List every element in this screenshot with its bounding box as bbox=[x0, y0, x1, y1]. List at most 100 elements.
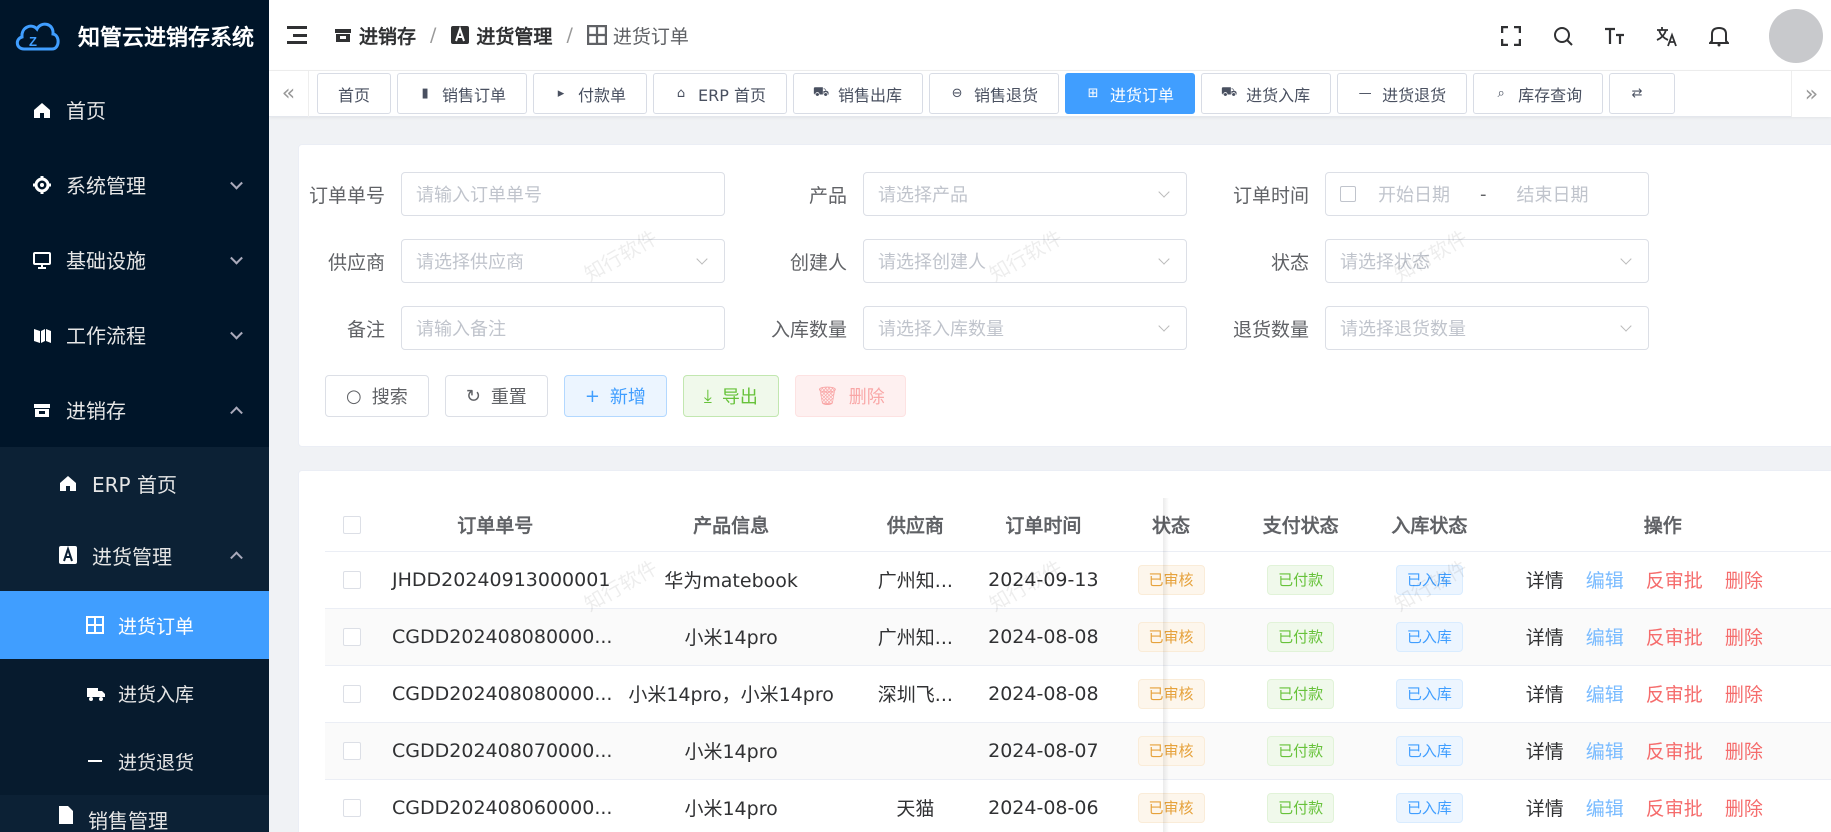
row-select-cell[interactable] bbox=[325, 779, 379, 832]
sidebar-item-erp-home[interactable]: ERP 首页 bbox=[0, 447, 269, 519]
delete-link[interactable]: 删除 bbox=[1725, 684, 1763, 706]
reset-button[interactable]: ↻ 重置 bbox=[444, 375, 548, 417]
in-qty-select[interactable]: 请选择入库数量 bbox=[863, 306, 1187, 350]
detail-link[interactable]: 详情 bbox=[1526, 741, 1564, 763]
status-select[interactable]: 请选择状态 bbox=[1325, 239, 1649, 283]
sidebar-item-purchase-in[interactable]: 进货入库 bbox=[0, 659, 269, 727]
supplier-label: 供应商 bbox=[327, 251, 385, 274]
product-cell: 小米14pro bbox=[612, 722, 850, 780]
detail-link[interactable]: 详情 bbox=[1526, 627, 1564, 649]
breadcrumb: 进销存 / 进货管理 / 进货订单 bbox=[333, 22, 689, 49]
tag-stock-query[interactable]: ⌕ 库存查询 bbox=[1473, 73, 1604, 114]
order-table-card: 订单单号 产品信息 供应商 订单时间 状态 支付状态 入库状态 操作 JHDD2… bbox=[298, 470, 1831, 832]
detail-link[interactable]: 详情 bbox=[1526, 798, 1564, 820]
detail-link[interactable]: 详情 bbox=[1526, 684, 1564, 706]
export-button[interactable]: ⤓ 导出 bbox=[682, 375, 779, 417]
select-all-cell[interactable] bbox=[325, 499, 379, 552]
row-select-cell[interactable] bbox=[325, 608, 379, 666]
edit-link[interactable]: 编辑 bbox=[1586, 684, 1624, 706]
sidebar-item-purchase-return[interactable]: 进货退货 bbox=[0, 727, 269, 795]
order-no-cell: CGDD202408080000... bbox=[378, 665, 613, 723]
reject-link[interactable]: 反审批 bbox=[1646, 798, 1703, 820]
tag-erp-home[interactable]: ⌂ ERP 首页 bbox=[653, 73, 788, 114]
tag-sales-return[interactable]: ⊖ 销售退货 bbox=[929, 73, 1060, 114]
tag-sales-out[interactable]: ⛟ 销售出库 bbox=[793, 73, 924, 114]
actions-cell: 详情 编辑 反审批 删除 bbox=[1493, 722, 1831, 780]
tag-label: ERP 首页 bbox=[698, 85, 767, 105]
reject-link[interactable]: 反审批 bbox=[1646, 684, 1703, 706]
order-time-range[interactable]: 开始日期 - 结束日期 bbox=[1325, 172, 1649, 216]
plus-icon: + bbox=[584, 385, 600, 407]
detail-link[interactable]: 详情 bbox=[1526, 570, 1564, 592]
delete-link[interactable]: 删除 bbox=[1725, 570, 1763, 592]
remark-input[interactable]: 请输入备注 bbox=[401, 306, 725, 350]
avatar[interactable] bbox=[1769, 8, 1823, 63]
reject-link[interactable]: 反审批 bbox=[1646, 570, 1703, 592]
sidebar-item-workflow[interactable]: 工作流程 bbox=[0, 297, 269, 372]
creator-select[interactable]: 请选择创建人 bbox=[863, 239, 1187, 283]
refresh-icon: ↻ bbox=[465, 385, 481, 407]
sidebar-item-erp[interactable]: 进销存 bbox=[0, 372, 269, 447]
reject-link[interactable]: 反审批 bbox=[1646, 741, 1703, 763]
tag-purchase-in[interactable]: ⛟ 进货入库 bbox=[1201, 73, 1332, 114]
logo[interactable]: Z 知管云进销存系统 bbox=[0, 0, 269, 72]
row-checkbox[interactable] bbox=[342, 628, 361, 646]
product-select[interactable]: 请选择产品 bbox=[863, 172, 1187, 216]
hamburger-menu-icon[interactable] bbox=[287, 26, 307, 44]
return-qty-select[interactable]: 请选择退货数量 bbox=[1325, 306, 1649, 350]
row-checkbox[interactable] bbox=[342, 799, 361, 817]
supplier-cell: 广州知... bbox=[849, 551, 981, 609]
breadcrumb-item[interactable]: 进销存 bbox=[333, 22, 416, 49]
edit-link[interactable]: 编辑 bbox=[1586, 798, 1624, 820]
supplier-select[interactable]: 请选择供应商 bbox=[401, 239, 725, 283]
sidebar-item-system[interactable]: 系统管理 bbox=[0, 147, 269, 222]
reject-link[interactable]: 反审批 bbox=[1646, 627, 1703, 649]
order-no-input[interactable]: 请输入订单单号 bbox=[401, 172, 725, 216]
edit-link[interactable]: 编辑 bbox=[1586, 627, 1624, 649]
in-status-badge: 已入库 bbox=[1395, 735, 1463, 766]
tag-overflow[interactable]: ⇄ bbox=[1609, 73, 1676, 114]
actions-cell: 详情 编辑 反审批 删除 bbox=[1493, 608, 1831, 666]
search-button[interactable]: ○ 搜索 bbox=[325, 375, 429, 417]
delete-link[interactable]: 删除 bbox=[1725, 627, 1763, 649]
sidebar-item-sales[interactable]: 销售管理 bbox=[0, 795, 269, 832]
row-checkbox[interactable] bbox=[342, 742, 361, 760]
row-checkbox[interactable] bbox=[342, 571, 361, 589]
tag-sales-order[interactable]: ▮ 销售订单 bbox=[397, 73, 528, 114]
tag-purchase-return[interactable]: — 进货退货 bbox=[1337, 73, 1468, 114]
add-button[interactable]: + 新增 bbox=[563, 375, 667, 417]
fullscreen-icon[interactable] bbox=[1499, 24, 1523, 48]
edit-link[interactable]: 编辑 bbox=[1586, 741, 1624, 763]
edit-link[interactable]: 编辑 bbox=[1586, 570, 1624, 592]
sidebar-item-label: 进货订单 bbox=[118, 615, 195, 638]
row-select-cell[interactable] bbox=[325, 665, 379, 723]
sidebar-item-home[interactable]: 首页 bbox=[0, 72, 269, 147]
tag-payment[interactable]: ▸ 付款单 bbox=[533, 73, 648, 114]
sidebar-item-purchase-order[interactable]: 进货订单 bbox=[0, 591, 269, 659]
pay-status-badge: 已付款 bbox=[1267, 564, 1335, 595]
row-checkbox[interactable] bbox=[342, 685, 361, 703]
delete-link[interactable]: 删除 bbox=[1725, 741, 1763, 763]
delete-button[interactable]: 🗑 删除 bbox=[794, 375, 906, 417]
pay-status-badge: 已付款 bbox=[1267, 621, 1335, 652]
sidebar-item-infra[interactable]: 基础设施 bbox=[0, 222, 269, 297]
select-all-checkbox[interactable] bbox=[342, 516, 361, 535]
tag-home[interactable]: 首页 bbox=[317, 73, 392, 114]
tags-scroll-right-icon[interactable]: » bbox=[1791, 71, 1831, 117]
remark-field-group: 备注 请输入备注 bbox=[299, 306, 725, 350]
search-form: 订单单号 请输入订单单号 产品 请选择产品 订单时间 开始日期 - 结束日期 供… bbox=[298, 144, 1831, 447]
tag-purchase-order[interactable]: ⊞ 进货订单 bbox=[1065, 73, 1196, 114]
bell-icon[interactable] bbox=[1707, 24, 1731, 48]
search-icon[interactable] bbox=[1551, 24, 1575, 48]
tags-scroll-left-icon[interactable]: « bbox=[269, 70, 309, 117]
purchase-submenu: 进货订单 进货入库 进货退货 bbox=[0, 591, 269, 795]
translate-icon[interactable] bbox=[1655, 24, 1679, 48]
font-size-icon[interactable] bbox=[1603, 24, 1627, 48]
sidebar-item-purchase[interactable]: 进货管理 bbox=[0, 519, 269, 591]
breadcrumb-item[interactable]: 进货管理 bbox=[450, 22, 552, 49]
delete-link[interactable]: 删除 bbox=[1725, 798, 1763, 820]
search-icon: ⌕ bbox=[1497, 86, 1505, 101]
status-badge: 已审核 bbox=[1137, 735, 1205, 766]
row-select-cell[interactable] bbox=[325, 722, 379, 780]
row-select-cell[interactable] bbox=[325, 551, 379, 609]
